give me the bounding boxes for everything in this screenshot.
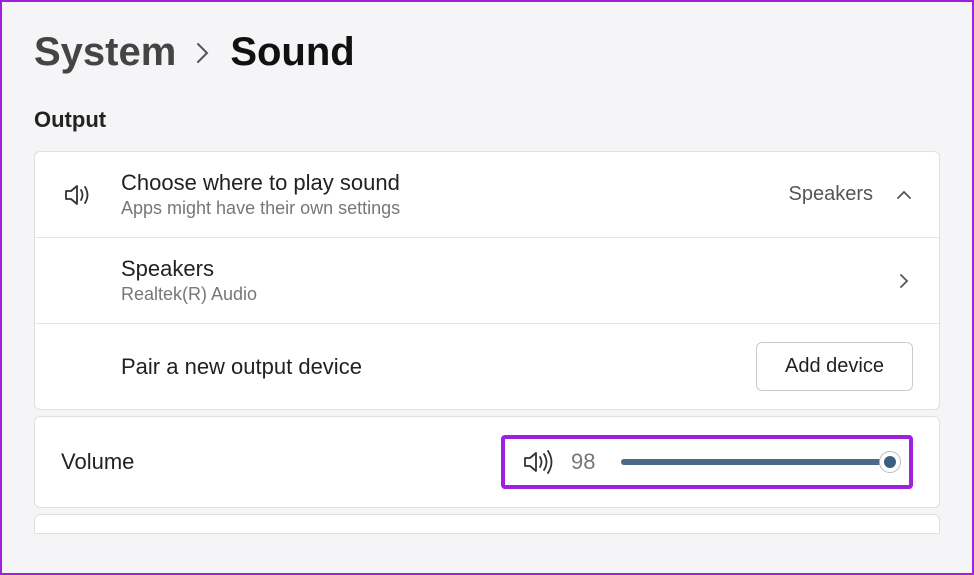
output-selected-value: Speakers	[789, 183, 874, 206]
chevron-up-icon	[895, 190, 913, 200]
volume-slider[interactable]	[621, 450, 895, 474]
section-output-title: Output	[34, 107, 940, 133]
volume-controls-highlight: 98	[501, 435, 913, 489]
output-expander-title: Choose where to play sound	[121, 170, 789, 196]
speaker-icon[interactable]	[523, 449, 555, 475]
volume-row: Volume 98	[34, 416, 940, 508]
add-device-button[interactable]: Add device	[756, 342, 913, 391]
chevron-right-icon	[895, 273, 913, 289]
device-driver: Realtek(R) Audio	[121, 284, 895, 305]
volume-slider-thumb[interactable]	[879, 451, 901, 473]
device-speakers-row[interactable]: Speakers Realtek(R) Audio	[35, 238, 939, 324]
device-name: Speakers	[121, 256, 895, 282]
breadcrumb-parent[interactable]: System	[34, 30, 176, 75]
pair-device-row: Pair a new output device Add device	[35, 324, 939, 409]
chevron-right-icon	[196, 42, 210, 64]
pair-device-label: Pair a new output device	[121, 354, 756, 380]
next-card-partial	[34, 514, 940, 534]
output-expander-subtitle: Apps might have their own settings	[121, 198, 789, 219]
speaker-icon	[61, 182, 97, 208]
output-card: Choose where to play sound Apps might ha…	[34, 151, 940, 410]
breadcrumb: System Sound	[34, 30, 940, 75]
volume-label: Volume	[61, 449, 501, 475]
output-expander-row[interactable]: Choose where to play sound Apps might ha…	[35, 152, 939, 238]
volume-value: 98	[571, 449, 605, 475]
breadcrumb-current: Sound	[230, 30, 354, 75]
